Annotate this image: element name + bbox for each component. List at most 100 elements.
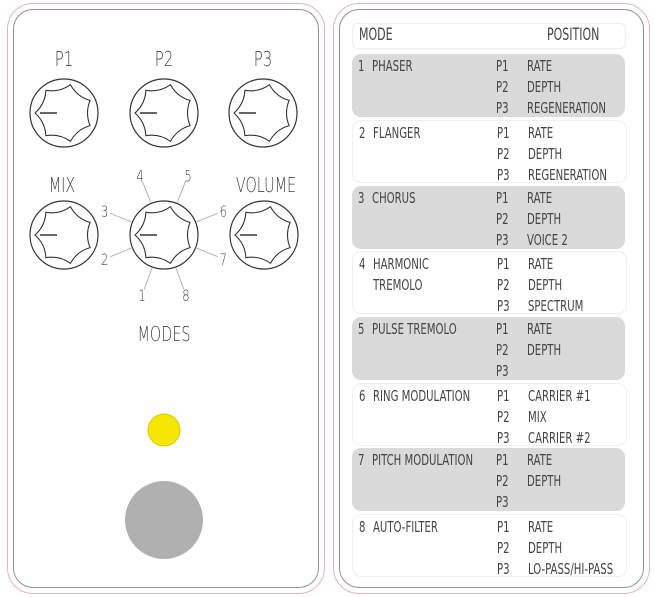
mode-tick-3 [110,212,132,223]
param-label: P1 [496,189,509,207]
mode-number: 3 [358,189,365,207]
knob-label-volume: VOLUME [236,175,296,198]
modes-label: MODES [137,324,190,347]
param-function: CARRIER #1 [528,387,591,405]
param-label: P3 [496,362,509,380]
param-function: RATE [528,518,554,536]
param-label: P1 [496,57,509,75]
mode-row-7: 7 PITCH MODULATION P1 RATE P2 DEPTH P3 [352,448,625,511]
param-label: P3 [497,297,510,315]
mode-row-3: 3 CHORUS P1 RATE P2 DEPTH P3 VOICE 2 [352,186,625,249]
param-function: REGENERATION [528,166,607,184]
param-function: MIX [528,408,547,426]
param-label: P2 [496,472,509,490]
mode-number: 6 [359,387,366,405]
knob-label-p3: P3 [254,49,273,72]
mode-name: RING MODULATION [373,387,471,405]
knob-label-mix: MIX [49,175,76,198]
mode-number: 8 [359,518,366,536]
mode-row-6: 6 RING MODULATION P1 CARRIER #1 P2 MIX P3 CARRI… [352,383,627,447]
mode-name: CHORUS [372,189,416,207]
legend-header-mode: MODE [359,25,393,45]
param-function: DEPTH [527,210,562,228]
mode-number-7: 7 [220,251,227,269]
mode-name: PULSE TREMOLO [372,320,457,338]
param-label: P3 [496,231,509,249]
mode-tick-1 [143,267,153,290]
knob-label-p1: P1 [55,49,74,72]
mode-number: 4 [359,255,366,273]
param-function: RATE [527,57,553,75]
param-function: DEPTH [527,341,562,359]
param-function: DEPTH [528,276,563,294]
mode-row-8: 8 AUTO-FILTER P1 RATE P2 DEPTH P3 LO-PASS/HI-PA… [352,514,627,578]
mode-number: 2 [359,124,366,142]
param-function: RATE [527,320,553,338]
mode-number-1: 1 [138,287,145,305]
knob-modes[interactable] [129,200,199,270]
param-label: P2 [496,210,509,228]
param-label: P1 [497,124,510,142]
param-label: P1 [496,320,509,338]
param-function: DEPTH [528,145,563,163]
param-label: P3 [497,560,510,578]
param-function: DEPTH [527,472,562,490]
mode-row-2: 2 FLANGER P1 RATE P2 DEPTH P3 REGENERATION [352,120,627,184]
knob-mix[interactable] [29,200,99,270]
param-label: P2 [497,145,510,163]
param-function: VOICE 2 [527,231,568,249]
param-label: P3 [497,166,510,184]
param-label: P2 [497,408,510,426]
mode-row-1: 1 PHASER P1 RATE P2 DEPTH P3 REGENERATION [352,54,625,117]
mode-tick-8 [175,267,185,290]
param-function: REGENERATION [527,99,606,117]
mode-name: PITCH MODULATION [372,451,474,469]
param-label: P1 [497,255,510,273]
param-label: P3 [497,429,510,447]
knob-label-p2: P2 [155,49,174,72]
param-function: DEPTH [527,78,562,96]
mode-number: 7 [358,451,365,469]
param-label: P3 [496,99,509,117]
knob-p3[interactable] [228,78,298,148]
mode-tick-7 [196,247,218,258]
mode-name: AUTO-FILTER [373,518,438,536]
knob-p2[interactable] [129,78,199,148]
param-function: DEPTH [528,539,563,557]
param-label: P2 [497,276,510,294]
param-function: CARRIER #2 [528,429,591,447]
mode-number-8: 8 [182,287,189,305]
mode-name: TREMOLO [373,276,423,294]
param-function: LO-PASS/HI-PASS [528,560,614,578]
mode-row-5: 5 PULSE TREMOLO P1 RATE P2 DEPTH P3 [352,317,625,380]
param-label: P3 [496,493,509,511]
param-function: SPECTRUM [528,297,584,315]
knob-p1[interactable] [29,78,99,148]
param-label: P1 [496,451,509,469]
status-led [147,413,181,447]
mode-name: FLANGER [373,124,421,142]
param-function: RATE [528,124,554,142]
param-function: RATE [528,255,554,273]
mode-tick-2 [110,247,132,258]
mode-tick-6 [196,212,218,223]
mode-number-4: 4 [136,168,143,186]
mode-number-3: 3 [101,203,108,221]
legend-header: MODE POSITION [352,23,626,49]
mode-number: 5 [358,320,365,338]
knob-volume[interactable] [229,200,299,270]
footswitch[interactable] [125,481,203,559]
pedal-face: P1 P2 P3 MIX VOLUME MODES 1 2 3 4 5 6 7 8 [29,49,299,559]
mode-name: HARMONIC [373,255,429,273]
param-label: P2 [496,341,509,359]
mode-number-5: 5 [184,168,191,186]
mode-number-6: 6 [220,203,227,221]
param-label: P2 [496,78,509,96]
param-function: RATE [527,189,553,207]
param-function: RATE [527,451,553,469]
mode-name: PHASER [372,57,413,75]
param-label: P1 [497,387,510,405]
mode-number: 1 [358,57,365,75]
mode-number-2: 2 [101,251,108,269]
legend-header-position: POSITION [547,25,600,45]
